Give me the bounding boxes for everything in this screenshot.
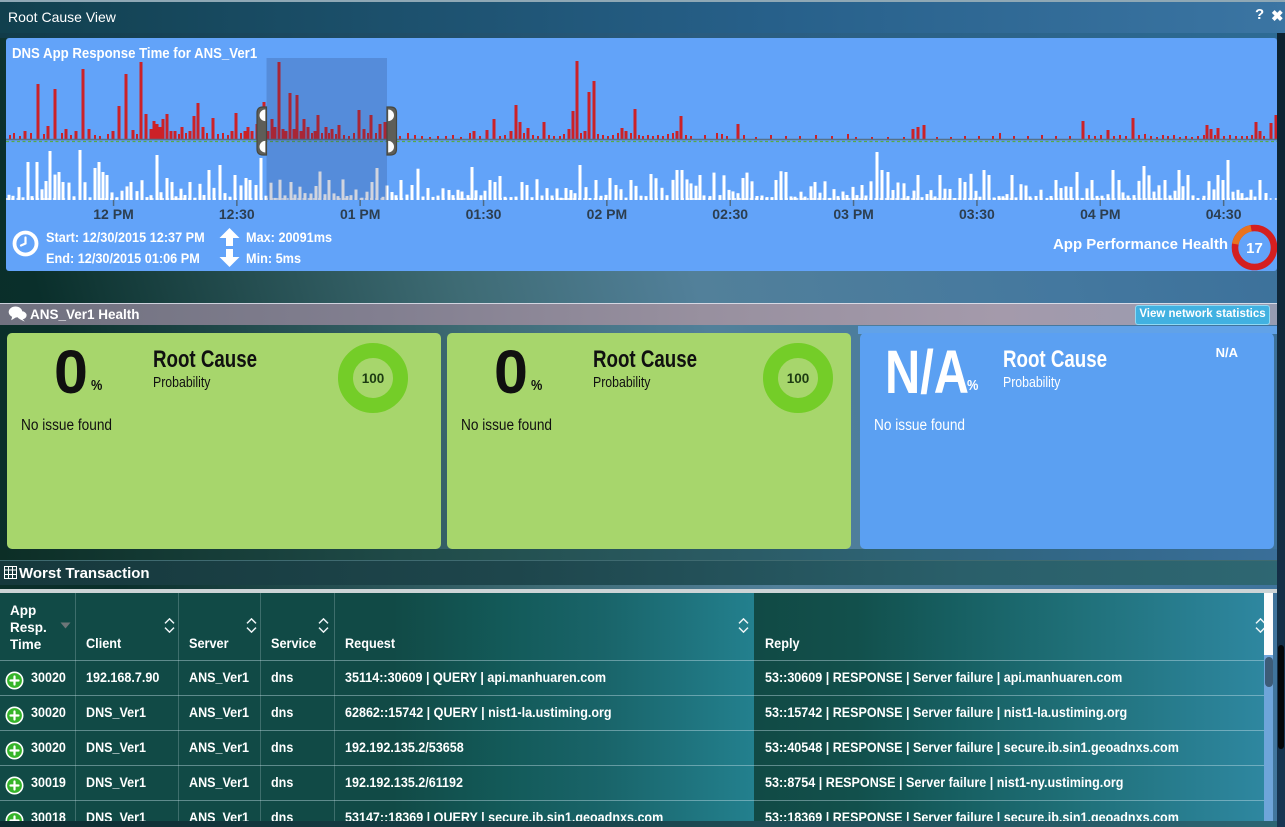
- svg-text:17: 17: [1246, 240, 1263, 257]
- svg-text:04:30: 04:30: [1206, 206, 1242, 222]
- svg-text:03 PM: 03 PM: [833, 206, 873, 222]
- svg-text:02:30: 02:30: [712, 206, 748, 222]
- svg-text:02 PM: 02 PM: [587, 206, 627, 222]
- svg-text:03:30: 03:30: [959, 206, 995, 222]
- svg-text:100: 100: [362, 371, 385, 386]
- svg-text:100: 100: [787, 371, 810, 386]
- svg-text:01:30: 01:30: [466, 206, 502, 222]
- svg-text:12:30: 12:30: [219, 206, 255, 222]
- svg-text:01 PM: 01 PM: [340, 206, 380, 222]
- svg-text:04 PM: 04 PM: [1080, 206, 1120, 222]
- svg-text:12 PM: 12 PM: [93, 206, 133, 222]
